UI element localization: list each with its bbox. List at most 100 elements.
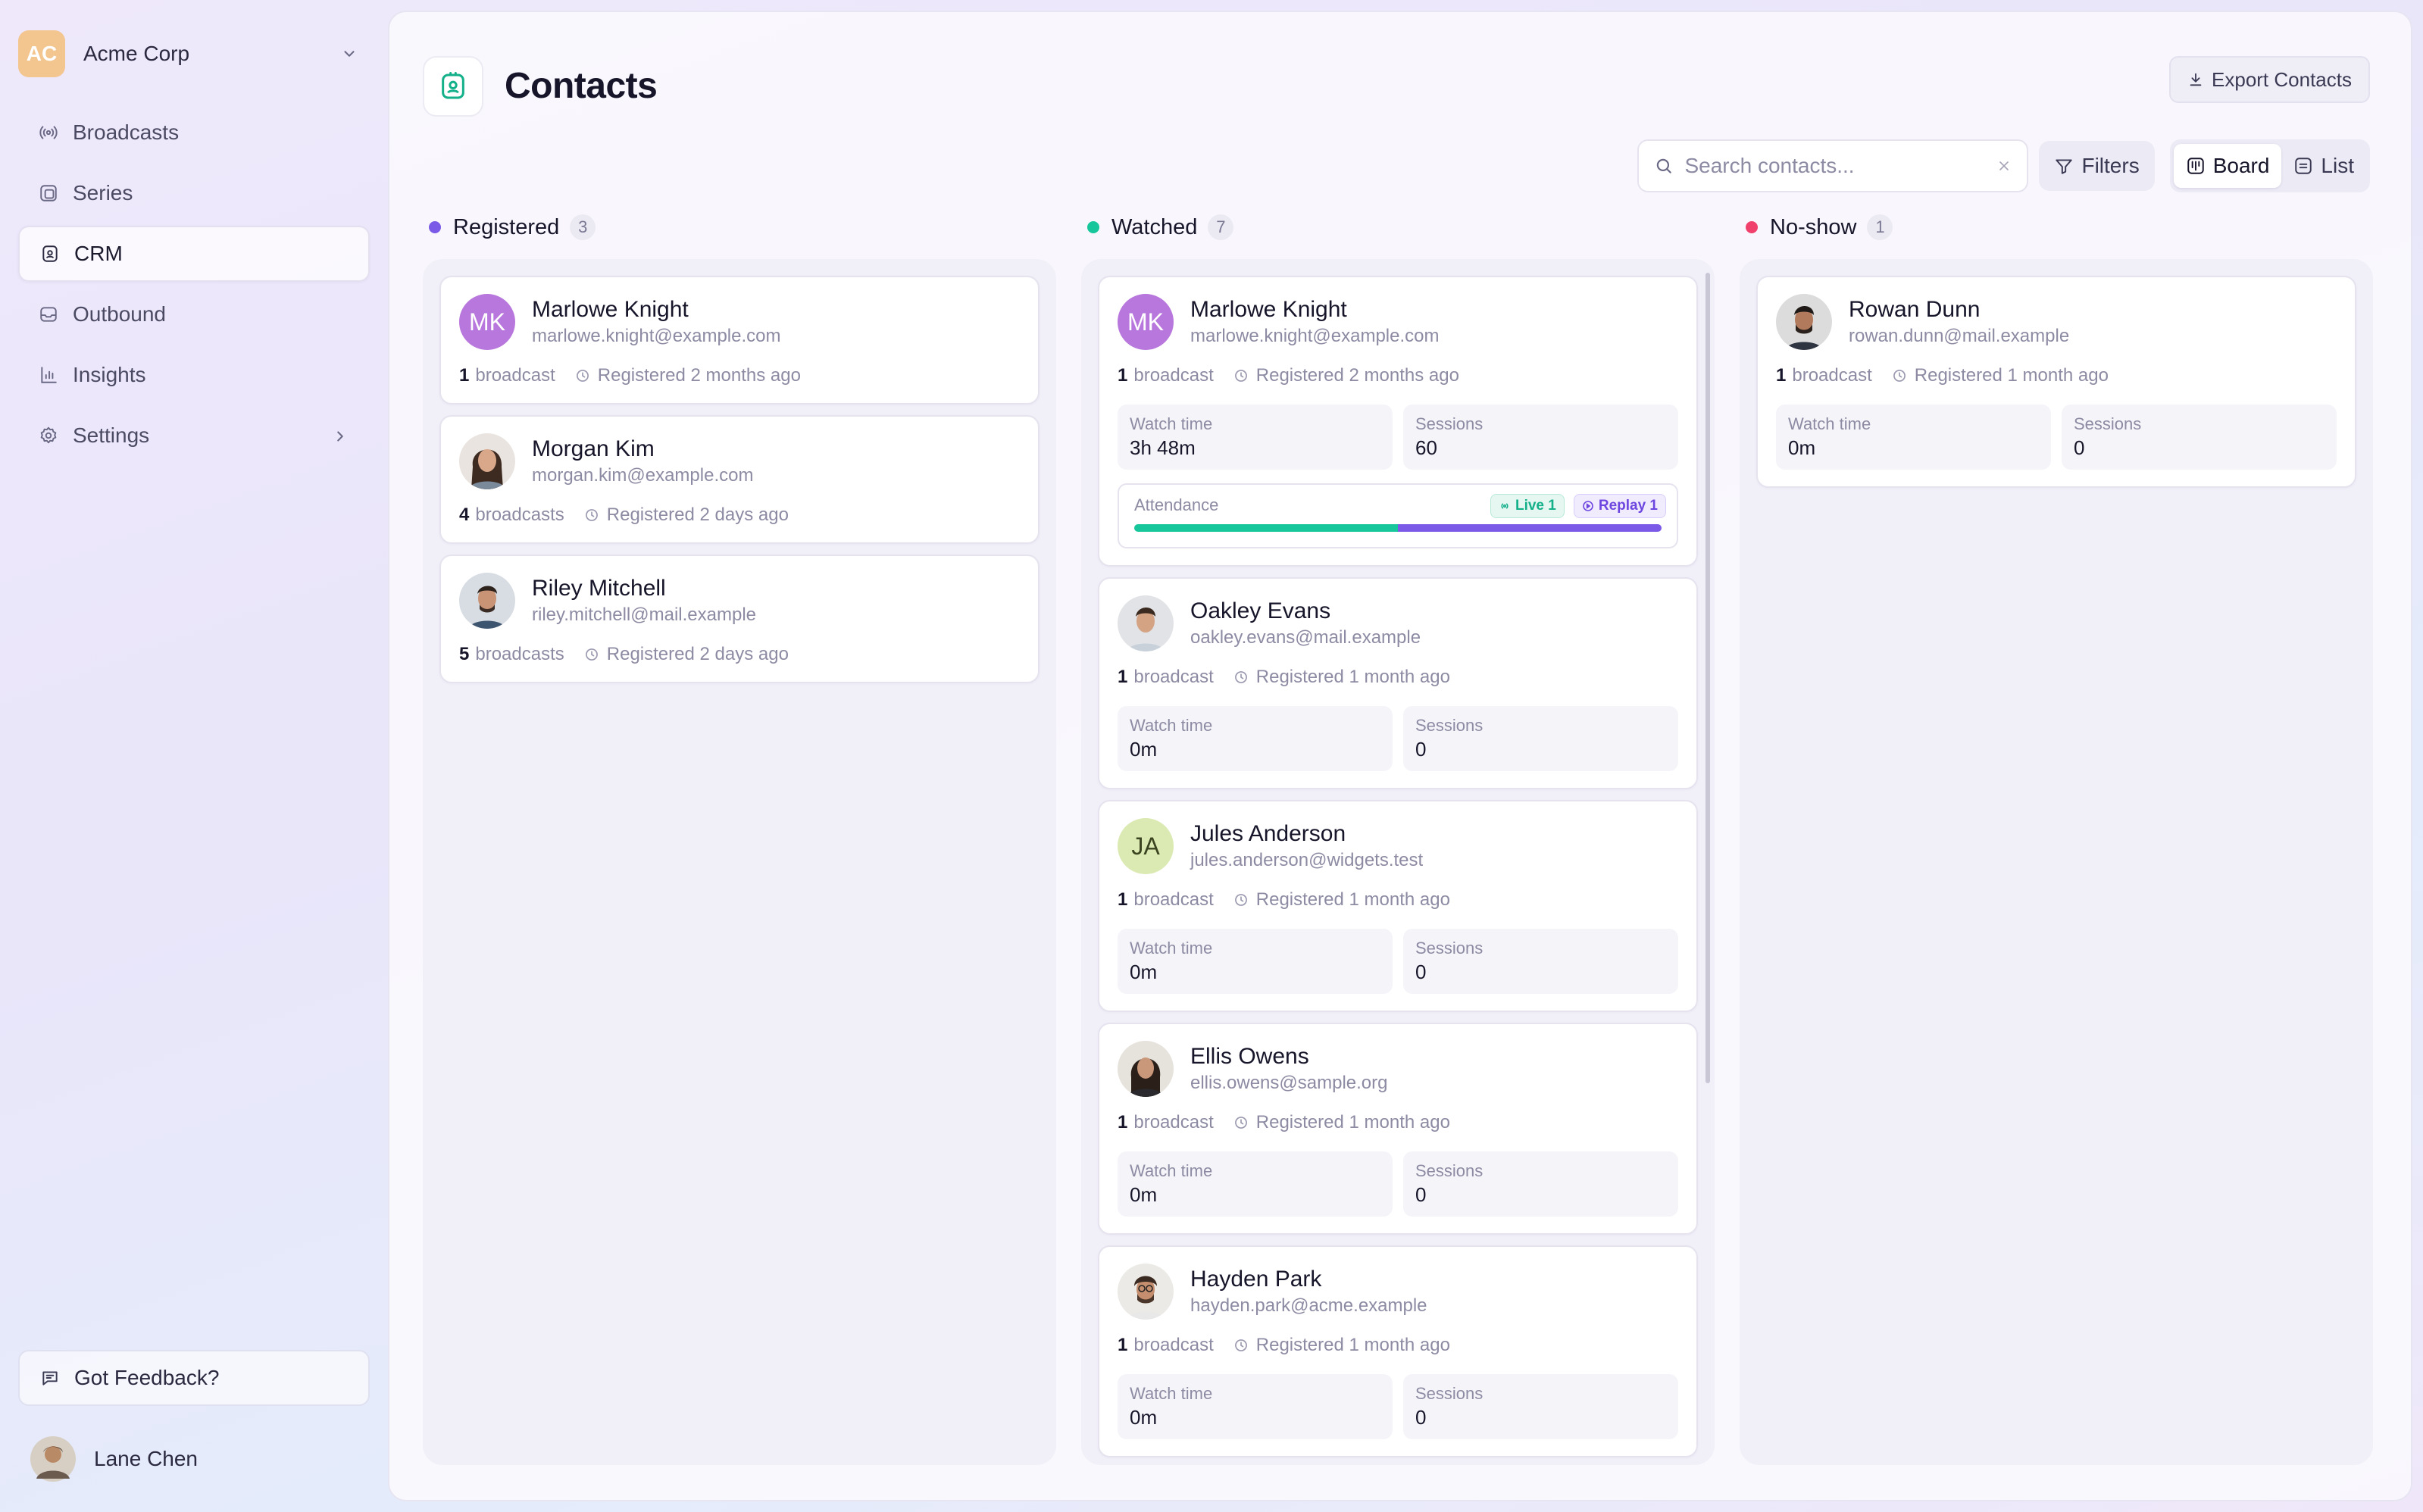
column-body: MK Marlowe Knight marlowe.knight@example…: [423, 259, 1056, 1465]
export-label: Export Contacts: [2212, 67, 2352, 91]
broadcast-count: 1: [1118, 667, 1128, 687]
avatar: [30, 1436, 76, 1482]
stat-value: 0m: [1130, 738, 1158, 761]
list-view-button[interactable]: List: [2281, 144, 2366, 188]
contact-card[interactable]: Rowan Dunn rowan.dunn@mail.example 1 bro…: [1756, 276, 2356, 488]
contact-email: morgan.kim@example.com: [532, 465, 754, 486]
column-body: Rowan Dunn rowan.dunn@mail.example 1 bro…: [1740, 259, 2373, 1465]
feedback-button[interactable]: Got Feedback?: [18, 1350, 370, 1406]
sidebar-item-label: Broadcasts: [73, 120, 180, 144]
status-dot: [429, 221, 441, 233]
sidebar-item-series[interactable]: Series: [18, 165, 370, 221]
replay-badge: Replay 1: [1573, 494, 1666, 518]
stat-label: Sessions: [1415, 939, 1484, 957]
registered-time: Registered 2 days ago: [606, 505, 789, 525]
broadcast-word: broadcasts: [475, 505, 564, 525]
contact-email: riley.mitchell@mail.example: [532, 604, 756, 625]
replay-segment: [1398, 524, 1662, 532]
broadcast-count: 1: [1118, 1335, 1128, 1355]
column-title: No-show: [1770, 214, 1857, 239]
watch-time-stat: Watch time 0m: [1118, 1374, 1393, 1439]
stat-label: Sessions: [1415, 1384, 1484, 1403]
contact-card[interactable]: JA Jules Anderson jules.anderson@widgets…: [1098, 800, 1698, 1012]
broadcast-word: broadcast: [1792, 365, 1872, 386]
board-view-button[interactable]: Board: [2173, 144, 2282, 188]
sidebar-item-label: CRM: [74, 242, 123, 265]
live-badge-label: Live 1: [1515, 498, 1556, 514]
contact-name: Morgan Kim: [532, 436, 655, 461]
clock-icon: [575, 368, 590, 383]
stat-label: Watch time: [1130, 414, 1213, 433]
sidebar-item-insights[interactable]: Insights: [18, 347, 370, 403]
column-registered: Registered 3 MK Marlowe Knight marlowe.k…: [423, 206, 1056, 1465]
outbound-icon: [36, 302, 61, 326]
clear-search-icon[interactable]: [1996, 158, 2012, 173]
download-icon: [2187, 71, 2204, 88]
feedback-label: Got Feedback?: [74, 1366, 220, 1389]
broadcast-word: broadcast: [1133, 1335, 1214, 1355]
org-switcher[interactable]: AC Acme Corp: [18, 29, 368, 79]
sessions-stat: Sessions 0: [1403, 706, 1678, 771]
broadcast-count: 1: [1118, 365, 1128, 386]
live-badge: Live 1: [1490, 494, 1565, 518]
contact-email: rowan.dunn@mail.example: [1849, 326, 2070, 346]
stat-label: Watch time: [1788, 414, 1871, 433]
broadcast-word: broadcast: [475, 365, 555, 386]
contact-card[interactable]: Morgan Kim morgan.kim@example.com 4 broa…: [439, 415, 1040, 544]
list-icon: [2293, 156, 2313, 176]
sidebar-item-crm[interactable]: CRM: [18, 226, 370, 282]
column-count-badge: 3: [570, 214, 596, 240]
broadcast-count: 1: [1776, 365, 1787, 386]
live-segment: [1134, 524, 1398, 532]
replay-icon: [1582, 500, 1594, 512]
avatar: [459, 573, 515, 629]
scrollbar-thumb[interactable]: [1705, 273, 1710, 1083]
column-watched: Watched 7 MK Marlowe Knight marlowe.knig…: [1081, 206, 1715, 1465]
registered-time: Registered 2 months ago: [1255, 365, 1459, 386]
sidebar-item-label: Insights: [73, 363, 146, 386]
stat-label: Watch time: [1130, 1384, 1213, 1403]
contact-card[interactable]: Riley Mitchell riley.mitchell@mail.examp…: [439, 555, 1040, 683]
avatar: [1118, 1041, 1174, 1097]
sidebar-item-label: Outbound: [73, 302, 166, 326]
contact-name: Jules Anderson: [1190, 821, 1346, 846]
stat-label: Sessions: [1415, 1161, 1484, 1180]
chevron-down-icon[interactable]: [338, 42, 361, 65]
insights-icon: [36, 363, 61, 387]
column-title: Watched: [1111, 214, 1198, 239]
sidebar-item-outbound[interactable]: Outbound: [18, 286, 370, 342]
stat-value: 0: [1415, 738, 1427, 761]
column-body: MK Marlowe Knight marlowe.knight@example…: [1081, 259, 1715, 1465]
stat-label: Watch time: [1130, 1161, 1213, 1180]
status-dot: [1087, 221, 1099, 233]
export-contacts-button[interactable]: Export Contacts: [2169, 56, 2370, 103]
page-title: Contacts: [505, 66, 658, 106]
org-avatar: AC: [18, 30, 65, 77]
clock-icon: [1892, 368, 1907, 383]
filters-button[interactable]: Filters: [2039, 141, 2155, 191]
search-box[interactable]: [1637, 139, 2029, 192]
contact-email: jules.anderson@widgets.test: [1190, 850, 1424, 870]
stat-value: 0: [1415, 1183, 1427, 1206]
user-profile[interactable]: Lane Chen: [30, 1435, 198, 1483]
sidebar-item-broadcasts[interactable]: Broadcasts: [18, 105, 370, 161]
contact-card[interactable]: MK Marlowe Knight marlowe.knight@example…: [439, 276, 1040, 405]
stat-label: Watch time: [1130, 716, 1213, 735]
avatar: [1118, 595, 1174, 651]
crm-icon: [38, 242, 62, 266]
broadcast-count: 5: [459, 644, 470, 664]
contact-card[interactable]: Hayden Park hayden.park@acme.example 1 b…: [1098, 1245, 1698, 1457]
contact-email: marlowe.knight@example.com: [532, 326, 781, 346]
stat-value: 0m: [1130, 1406, 1158, 1429]
sidebar-item-settings[interactable]: Settings: [18, 408, 370, 464]
gear-icon: [36, 423, 61, 448]
contact-card[interactable]: MK Marlowe Knight marlowe.knight@example…: [1098, 276, 1698, 567]
search-input[interactable]: [1684, 154, 1997, 178]
board-label: Board: [2212, 154, 2270, 177]
sessions-stat: Sessions 0: [1403, 1374, 1678, 1439]
column-no-show: No-show 1 Rowan Dunn rowan.dunn@mail.exa…: [1740, 206, 2373, 1465]
replay-badge-label: Replay 1: [1598, 498, 1658, 514]
contact-card[interactable]: Oakley Evans oakley.evans@mail.example 1…: [1098, 577, 1698, 789]
clock-icon: [1233, 1115, 1249, 1130]
contact-card[interactable]: Ellis Owens ellis.owens@sample.org 1 bro…: [1098, 1023, 1698, 1235]
